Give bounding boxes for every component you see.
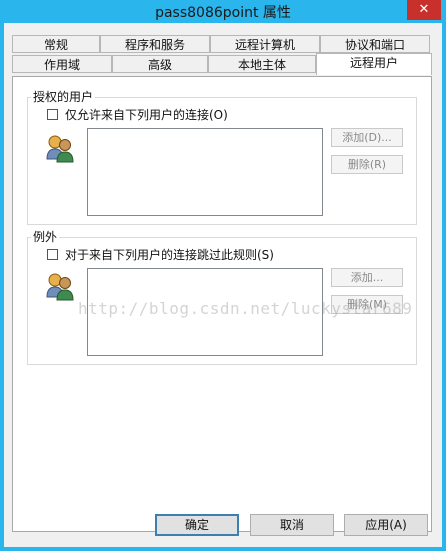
ok-button[interactable]: 确定 xyxy=(155,514,239,536)
exceptions-add-button[interactable]: 添加... xyxy=(331,268,403,287)
authorized-users-list[interactable] xyxy=(87,128,323,216)
tab-protocols-ports[interactable]: 协议和端口 xyxy=(320,35,430,53)
authorized-add-button[interactable]: 添加(D)... xyxy=(331,128,403,147)
users-icon xyxy=(46,135,74,163)
skip-rule-checkbox[interactable] xyxy=(47,249,58,260)
allow-only-users-label: 仅允许来自下列用户的连接(O) xyxy=(65,108,228,122)
close-button[interactable]: ✕ xyxy=(407,0,441,20)
window-title: pass8086point 属性 xyxy=(155,5,291,21)
watermark: http://blog.csdn.net/luckystar689 xyxy=(78,299,413,318)
cancel-button[interactable]: 取消 xyxy=(250,514,334,536)
tab-advanced[interactable]: 高级 xyxy=(112,55,208,73)
skip-rule-label: 对于来自下列用户的连接跳过此规则(S) xyxy=(65,248,274,262)
tab-scope[interactable]: 作用域 xyxy=(12,55,112,73)
dialog-client: 常规 程序和服务 远程计算机 协议和端口 作用域 高级 本地主体 授权的用户 仅… xyxy=(4,23,442,547)
tab-programs-services[interactable]: 程序和服务 xyxy=(100,35,210,53)
authorized-users-title: 授权的用户 xyxy=(31,88,96,105)
exceptions-title: 例外 xyxy=(31,228,60,245)
properties-dialog: pass8086point 属性 ✕ 常规 程序和服务 远程计算机 协议和端口 … xyxy=(0,0,446,551)
allow-only-users-checkbox[interactable] xyxy=(47,109,58,120)
apply-button[interactable]: 应用(A) xyxy=(344,514,428,536)
tab-remote-users[interactable]: 远程用户 xyxy=(316,53,432,75)
tab-general[interactable]: 常规 xyxy=(12,35,100,53)
tab-local-principals[interactable]: 本地主体 xyxy=(208,55,316,73)
tab-remote-computers[interactable]: 远程计算机 xyxy=(210,35,320,53)
title-bar: pass8086point 属性 ✕ xyxy=(0,0,446,22)
authorized-remove-button[interactable]: 删除(R) xyxy=(331,155,403,174)
users-icon xyxy=(46,273,74,301)
